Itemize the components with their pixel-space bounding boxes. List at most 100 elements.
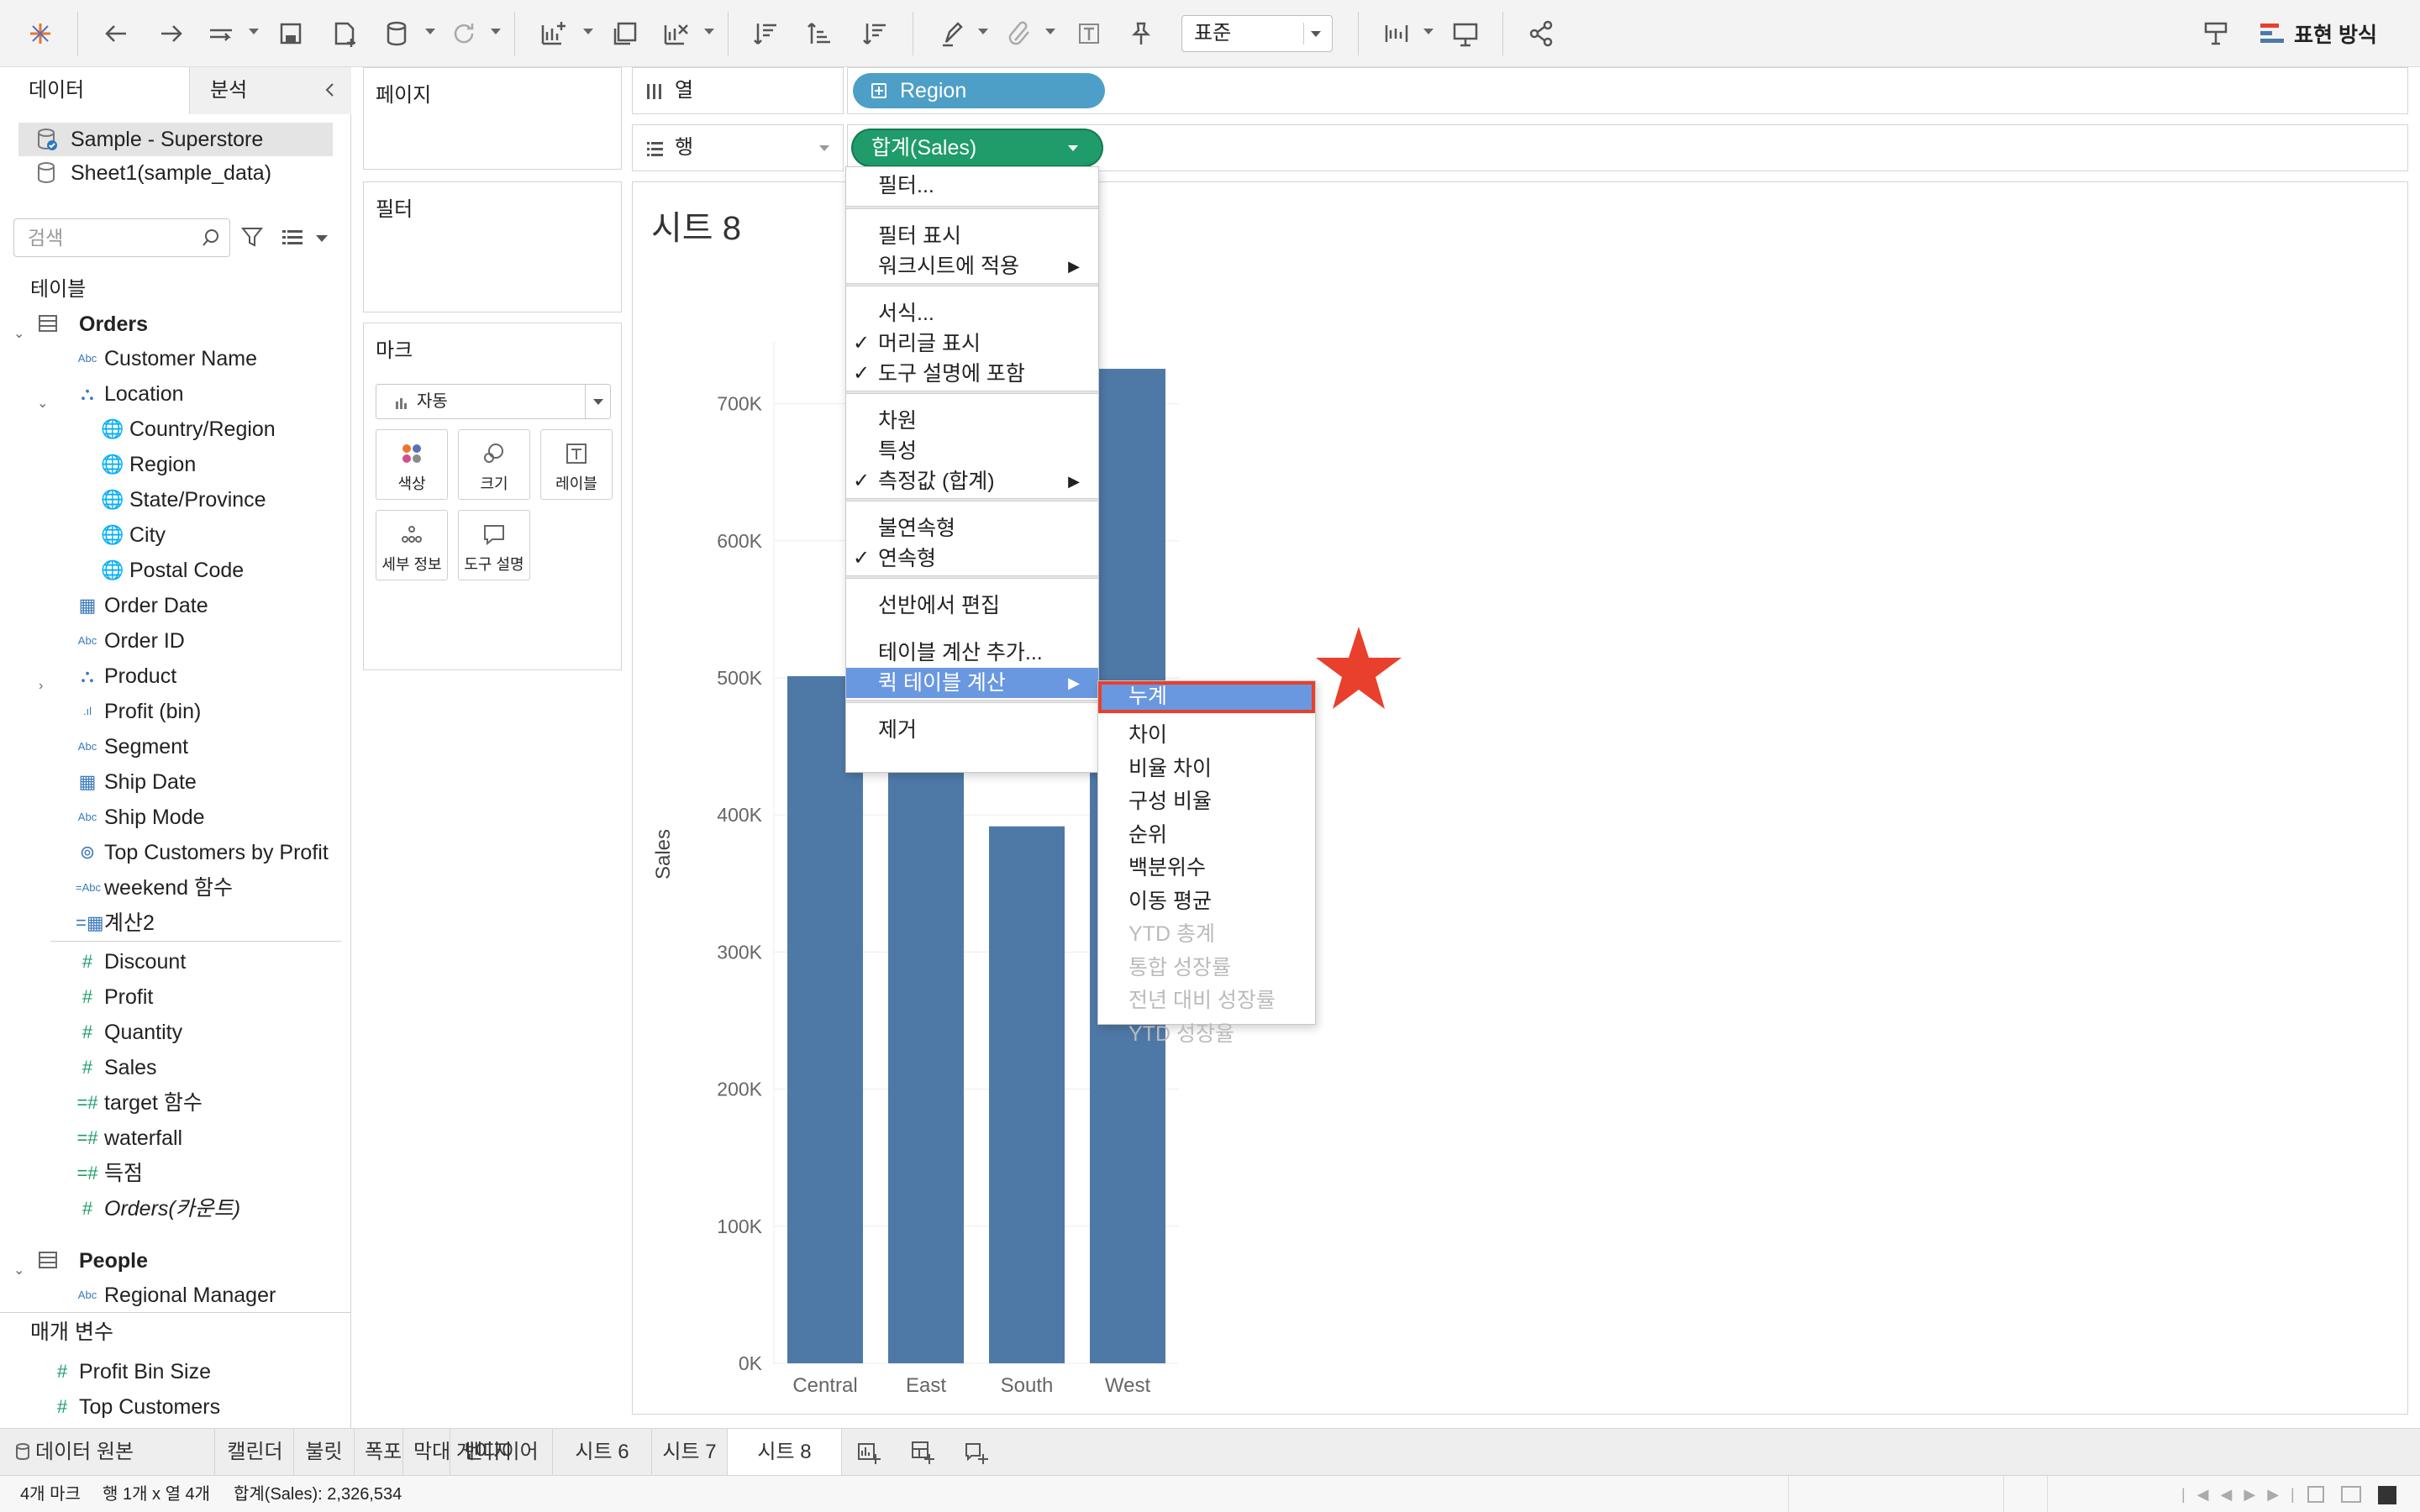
field-item[interactable]: 🌐 Region xyxy=(0,447,345,482)
new-worksheet-icon[interactable] xyxy=(534,15,571,52)
font-style-select[interactable]: 표준 xyxy=(1181,15,1333,52)
sort-descending-icon[interactable] xyxy=(857,15,894,52)
tableau-logo-icon[interactable] xyxy=(22,15,59,52)
new-sheet-icon[interactable] xyxy=(855,1439,882,1466)
tab-data[interactable]: 데이터 xyxy=(0,67,190,114)
menu-item[interactable]: 필터 표시 xyxy=(846,221,1098,251)
pin-icon[interactable] xyxy=(1123,15,1160,52)
replay-icon[interactable] xyxy=(203,15,240,52)
field-item[interactable]: 🌐 Country/Region xyxy=(0,412,345,447)
sheet-tab[interactable]: 캘린더 xyxy=(217,1429,294,1476)
field-item[interactable]: Abc Order ID xyxy=(0,623,345,659)
presentation-icon[interactable] xyxy=(1447,15,1484,52)
field-item[interactable]: =▦ 계산2 xyxy=(0,906,345,941)
submenu-item[interactable]: 이동 평균 xyxy=(1098,886,1315,916)
save-icon[interactable] xyxy=(272,15,309,52)
submenu-item[interactable]: 누계 xyxy=(1098,681,1315,713)
field-item[interactable]: ⛬ Location ⌄ xyxy=(0,376,345,412)
sheet-tab[interactable]: 시트 6 xyxy=(553,1429,652,1476)
chevron-down-icon[interactable] xyxy=(819,145,829,151)
datasource-item[interactable]: Sample - Superstore xyxy=(18,123,333,156)
highlight-icon[interactable] xyxy=(934,15,971,52)
measure-item[interactable]: =# target 함수 xyxy=(0,1085,345,1121)
new-dashboard-icon[interactable] xyxy=(909,1439,936,1466)
field-item[interactable]: Abc Ship Mode xyxy=(0,800,345,835)
field-item[interactable]: Abc Segment xyxy=(0,729,345,764)
view-list-icon[interactable] xyxy=(281,227,304,249)
search-input[interactable]: 검색 xyxy=(13,218,230,257)
field-item[interactable]: .ıl Profit (bin) xyxy=(0,694,345,729)
parameter-item[interactable]: # Top Customers xyxy=(0,1389,345,1425)
measure-item[interactable]: # Sales xyxy=(0,1050,345,1085)
fit-icon[interactable] xyxy=(1378,15,1415,52)
parameter-item[interactable]: # Profit Bin Size xyxy=(0,1354,345,1389)
sheet-tab[interactable]: 불릿 xyxy=(294,1429,355,1476)
swap-icon[interactable] xyxy=(748,15,785,52)
field-item[interactable]: Abc Regional Manager xyxy=(0,1278,345,1313)
submenu-item[interactable]: 백분위수 xyxy=(1098,853,1315,883)
field-item[interactable]: 🌐 Postal Code xyxy=(0,553,345,588)
sheet-tab[interactable]: 폭포 xyxy=(355,1429,403,1476)
sort-ascending-icon[interactable] xyxy=(802,15,839,52)
parameters-heading[interactable]: 매개 변수 xyxy=(0,1315,345,1350)
field-item[interactable]: ▦ Order Date xyxy=(0,588,345,623)
tab-datasource[interactable]: 데이터 원본 xyxy=(0,1429,215,1476)
new-story-icon[interactable] xyxy=(963,1439,990,1466)
menu-item[interactable]: 특성 xyxy=(846,436,1098,466)
menu-item[interactable]: 선반에서 편집 xyxy=(846,591,1098,621)
presenter-stand-icon[interactable] xyxy=(2198,15,2235,52)
field-item[interactable]: 🌐 City xyxy=(0,517,345,553)
datasource-item[interactable]: Sheet1(sample_data) xyxy=(18,156,333,190)
label-button[interactable]: 레이블 xyxy=(540,429,613,500)
detail-button[interactable]: 세부 정보 xyxy=(376,510,448,580)
measure-item[interactable]: =# waterfall xyxy=(0,1121,345,1156)
menu-item[interactable]: ✓ 머리글 표시 xyxy=(846,328,1098,359)
label-icon[interactable] xyxy=(1071,15,1107,52)
tabs-view-icon[interactable] xyxy=(2378,1486,2396,1504)
menu-item[interactable]: 테이블 계산 추가... xyxy=(846,638,1098,668)
menu-item[interactable]: 필터... xyxy=(846,171,1098,201)
mark-type-select[interactable]: 자동 xyxy=(376,384,611,419)
sales-pill[interactable]: 합계(Sales) xyxy=(853,130,1102,165)
measure-item[interactable]: # Quantity xyxy=(0,1015,345,1050)
field-item[interactable]: ⛬ Product › xyxy=(0,659,345,694)
measure-item[interactable]: # Discount xyxy=(0,944,345,979)
submenu-item[interactable]: 차이 xyxy=(1098,720,1315,750)
filters-card[interactable]: 필터 xyxy=(363,181,622,312)
submenu-item[interactable]: 비율 차이 xyxy=(1098,753,1315,784)
measure-item[interactable]: # Profit xyxy=(0,979,345,1015)
columns-well[interactable]: Region xyxy=(847,67,2408,114)
sheet-tab[interactable]: 벤다이어 xyxy=(450,1429,553,1476)
group-icon[interactable] xyxy=(1002,15,1039,52)
filmstrip-view-icon[interactable] xyxy=(2341,1486,2361,1503)
sheet-tab[interactable]: 시트 8 xyxy=(728,1429,842,1476)
new-datasource-icon[interactable] xyxy=(326,15,363,52)
menu-item[interactable]: 제거 xyxy=(846,715,1098,745)
show-me-button[interactable]: 표현 방식 xyxy=(2260,17,2377,50)
undo-icon[interactable] xyxy=(97,15,134,52)
menu-item[interactable]: 차원 xyxy=(846,406,1098,436)
submenu-item[interactable]: 순위 xyxy=(1098,820,1315,850)
region-pill[interactable]: Region xyxy=(853,73,1105,108)
field-item[interactable]: =Abc weekend 함수 xyxy=(0,870,345,906)
rows-well[interactable]: 합계(Sales) xyxy=(847,124,2408,171)
grid-view-icon[interactable] xyxy=(2307,1486,2324,1503)
menu-item[interactable]: 서식... xyxy=(846,298,1098,328)
sheet-tab[interactable]: 막대 게이지 xyxy=(403,1429,512,1476)
menu-item[interactable]: 퀵 테이블 계산 ▶ xyxy=(846,668,1098,698)
menu-item[interactable]: 불연속형 xyxy=(846,513,1098,543)
tab-analysis[interactable]: 분석 xyxy=(190,67,351,114)
tooltip-button[interactable]: 도구 설명 xyxy=(458,510,530,580)
measure-item[interactable]: =# 득점 xyxy=(0,1156,345,1191)
expand-icon[interactable] xyxy=(871,83,886,98)
color-button[interactable]: 색상 xyxy=(376,429,448,500)
duplicate-sheet-icon[interactable] xyxy=(607,15,644,52)
field-item[interactable]: Abc Customer Name xyxy=(0,341,345,376)
share-icon[interactable] xyxy=(1523,15,1560,52)
chevron-down-icon[interactable] xyxy=(1068,145,1078,151)
redo-icon[interactable] xyxy=(153,15,190,52)
submenu-item[interactable]: 구성 비율 xyxy=(1098,786,1315,816)
field-item[interactable]: ⊚ Top Customers by Profit xyxy=(0,835,345,870)
chevron-down-icon[interactable] xyxy=(316,235,328,242)
collapse-pane-icon[interactable] xyxy=(321,81,339,99)
